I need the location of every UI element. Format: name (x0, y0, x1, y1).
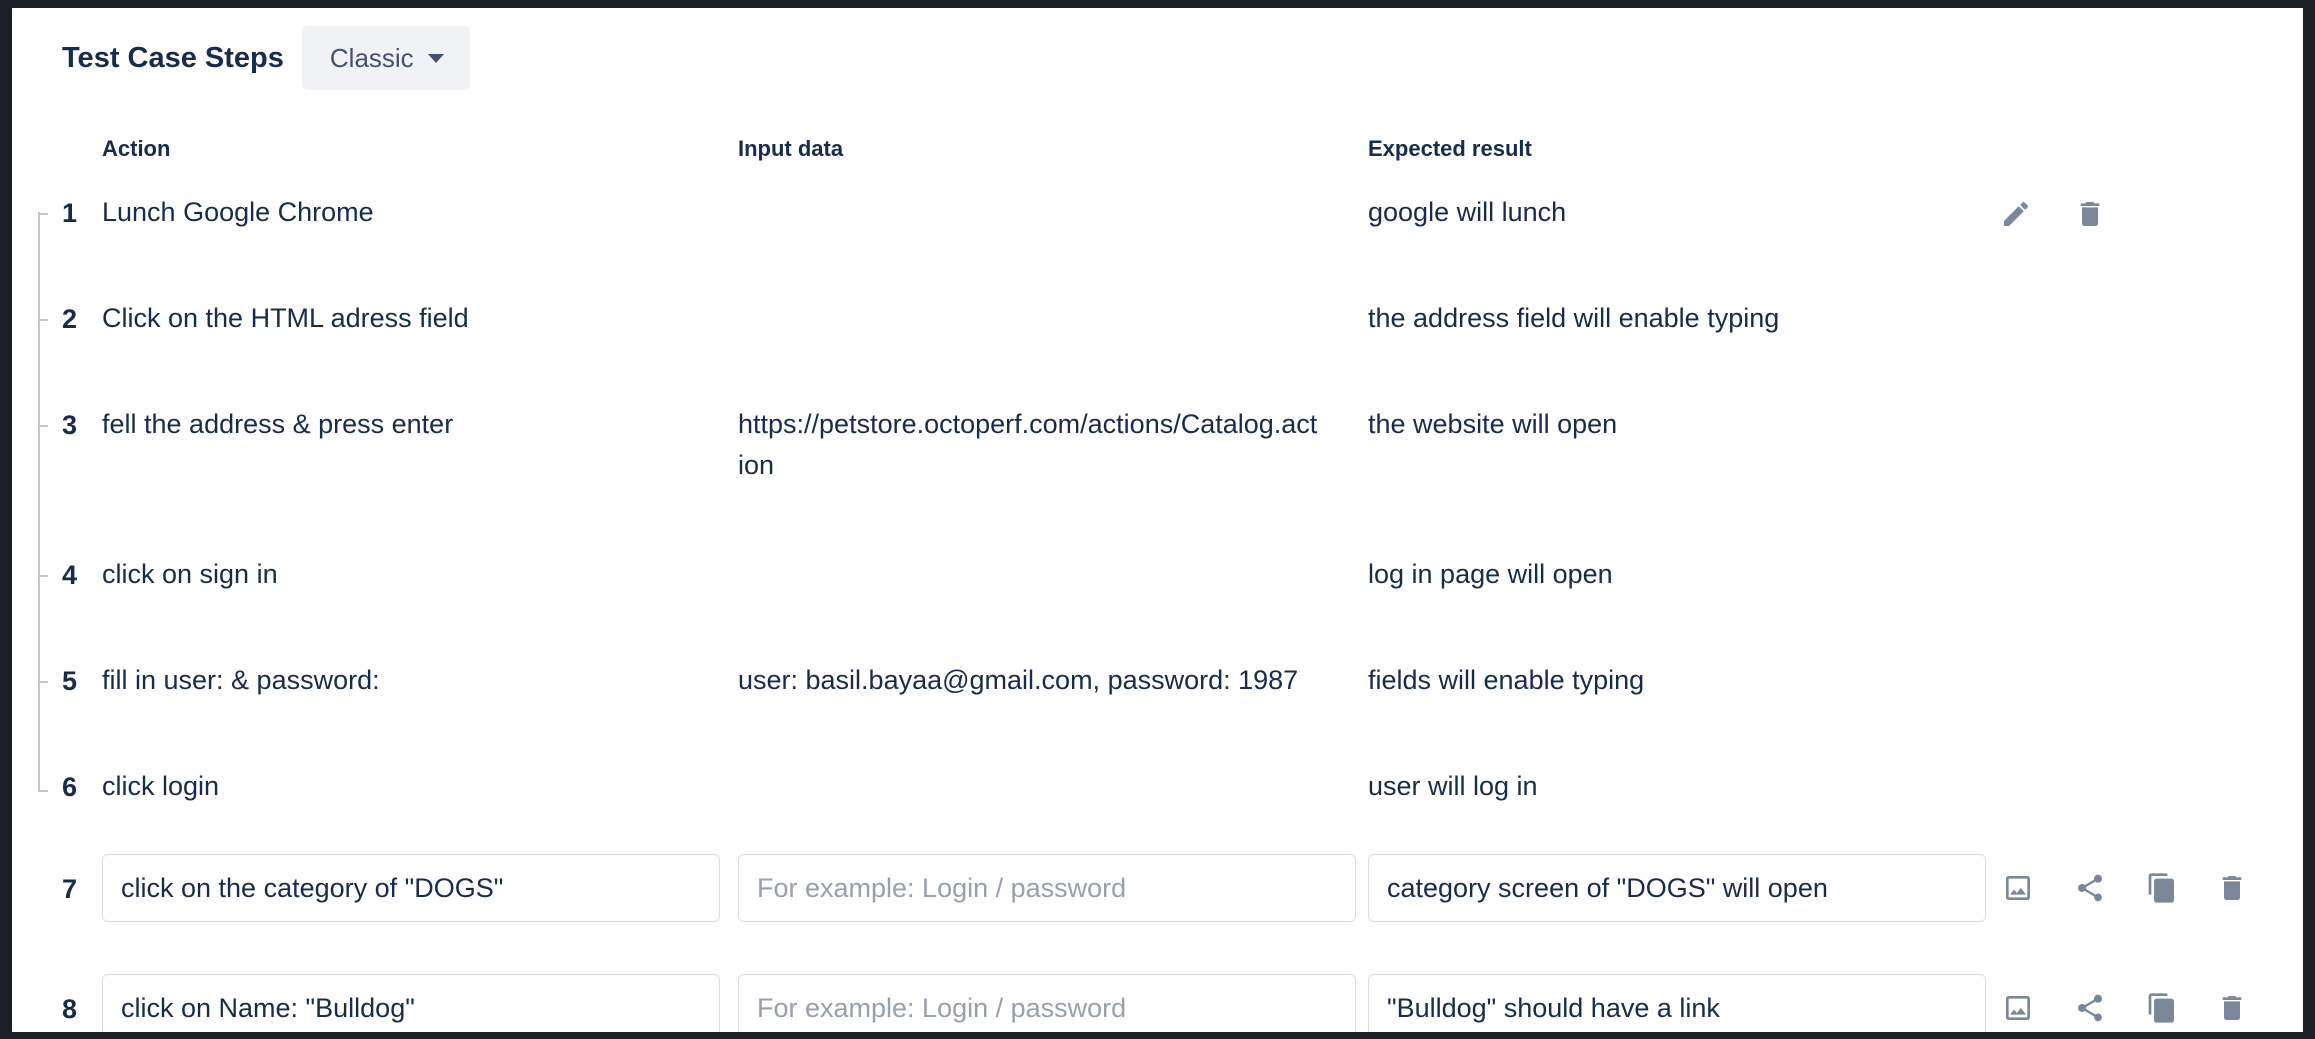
share-icon[interactable] (2074, 872, 2106, 904)
step-input-line-1: https://petstore.octoperf.com/actions/Ca… (738, 409, 1318, 439)
pencil-icon[interactable] (2000, 198, 2032, 230)
step-expected: log in page will open (1368, 559, 1613, 589)
step-action: click on sign in (102, 559, 278, 589)
tree-tick (38, 319, 48, 321)
column-header-action: Action (102, 136, 171, 161)
tree-tick (38, 425, 48, 427)
expected-result-input[interactable]: "Bulldog" should have a link (1368, 974, 1986, 1032)
tree-tick (38, 575, 48, 577)
trash-icon[interactable] (2216, 992, 2248, 1024)
header: Test Case Steps Classic (62, 26, 470, 90)
action-input[interactable]: click on Name: "Bulldog" (102, 974, 720, 1032)
mode-dropdown-label: Classic (329, 42, 414, 73)
column-header-input: Input data (738, 136, 844, 161)
step-number: 7 (62, 874, 78, 904)
step-expected: user will log in (1368, 771, 1538, 801)
input-data-field[interactable]: For example: Login / password (738, 854, 1356, 922)
step-action: fill in user: & password: (102, 665, 380, 695)
step-number: 3 (62, 410, 78, 440)
step-number: 1 (62, 198, 78, 228)
input-data-field[interactable]: For example: Login / password (738, 974, 1356, 1032)
page-title: Test Case Steps (62, 41, 284, 74)
step-action: Lunch Google Chrome (102, 197, 374, 227)
step-number: 2 (62, 304, 78, 334)
step-number: 8 (62, 994, 78, 1024)
step-action: fell the address & press enter (102, 409, 454, 439)
test-case-steps-panel: Test Case Steps Classic Action Input dat… (12, 8, 2303, 1032)
step-number: 5 (62, 666, 78, 696)
step-action: click login (102, 771, 220, 801)
column-header-expected: Expected result (1368, 136, 1532, 161)
step-expected: the address field will enable typing (1368, 303, 1780, 333)
step-expected: google will lunch (1368, 197, 1567, 227)
image-icon[interactable] (2002, 872, 2034, 904)
caret-down-icon (427, 53, 444, 63)
tree-connector (38, 212, 40, 792)
step-input: user: basil.bayaa@gmail.com, password: 1… (738, 665, 1299, 695)
expected-result-input[interactable]: category screen of "DOGS" will open (1368, 854, 1986, 922)
step-expected: fields will enable typing (1368, 665, 1645, 695)
action-input[interactable]: click on the category of "DOGS" (102, 854, 720, 922)
step-number: 4 (62, 560, 78, 590)
step-action: Click on the HTML adress field (102, 303, 469, 333)
tree-tick (38, 681, 48, 683)
step-expected: the website will open (1368, 409, 1618, 439)
image-icon[interactable] (2002, 992, 2034, 1024)
step-input-line-2: ion (738, 450, 775, 480)
mode-dropdown[interactable]: Classic (301, 26, 470, 90)
trash-icon[interactable] (2216, 872, 2248, 904)
trash-icon[interactable] (2074, 198, 2106, 230)
copy-icon[interactable] (2146, 872, 2178, 904)
share-icon[interactable] (2074, 992, 2106, 1024)
tree-tick (38, 213, 48, 215)
step-number: 6 (62, 772, 78, 802)
tree-tick (38, 790, 48, 792)
copy-icon[interactable] (2146, 992, 2178, 1024)
